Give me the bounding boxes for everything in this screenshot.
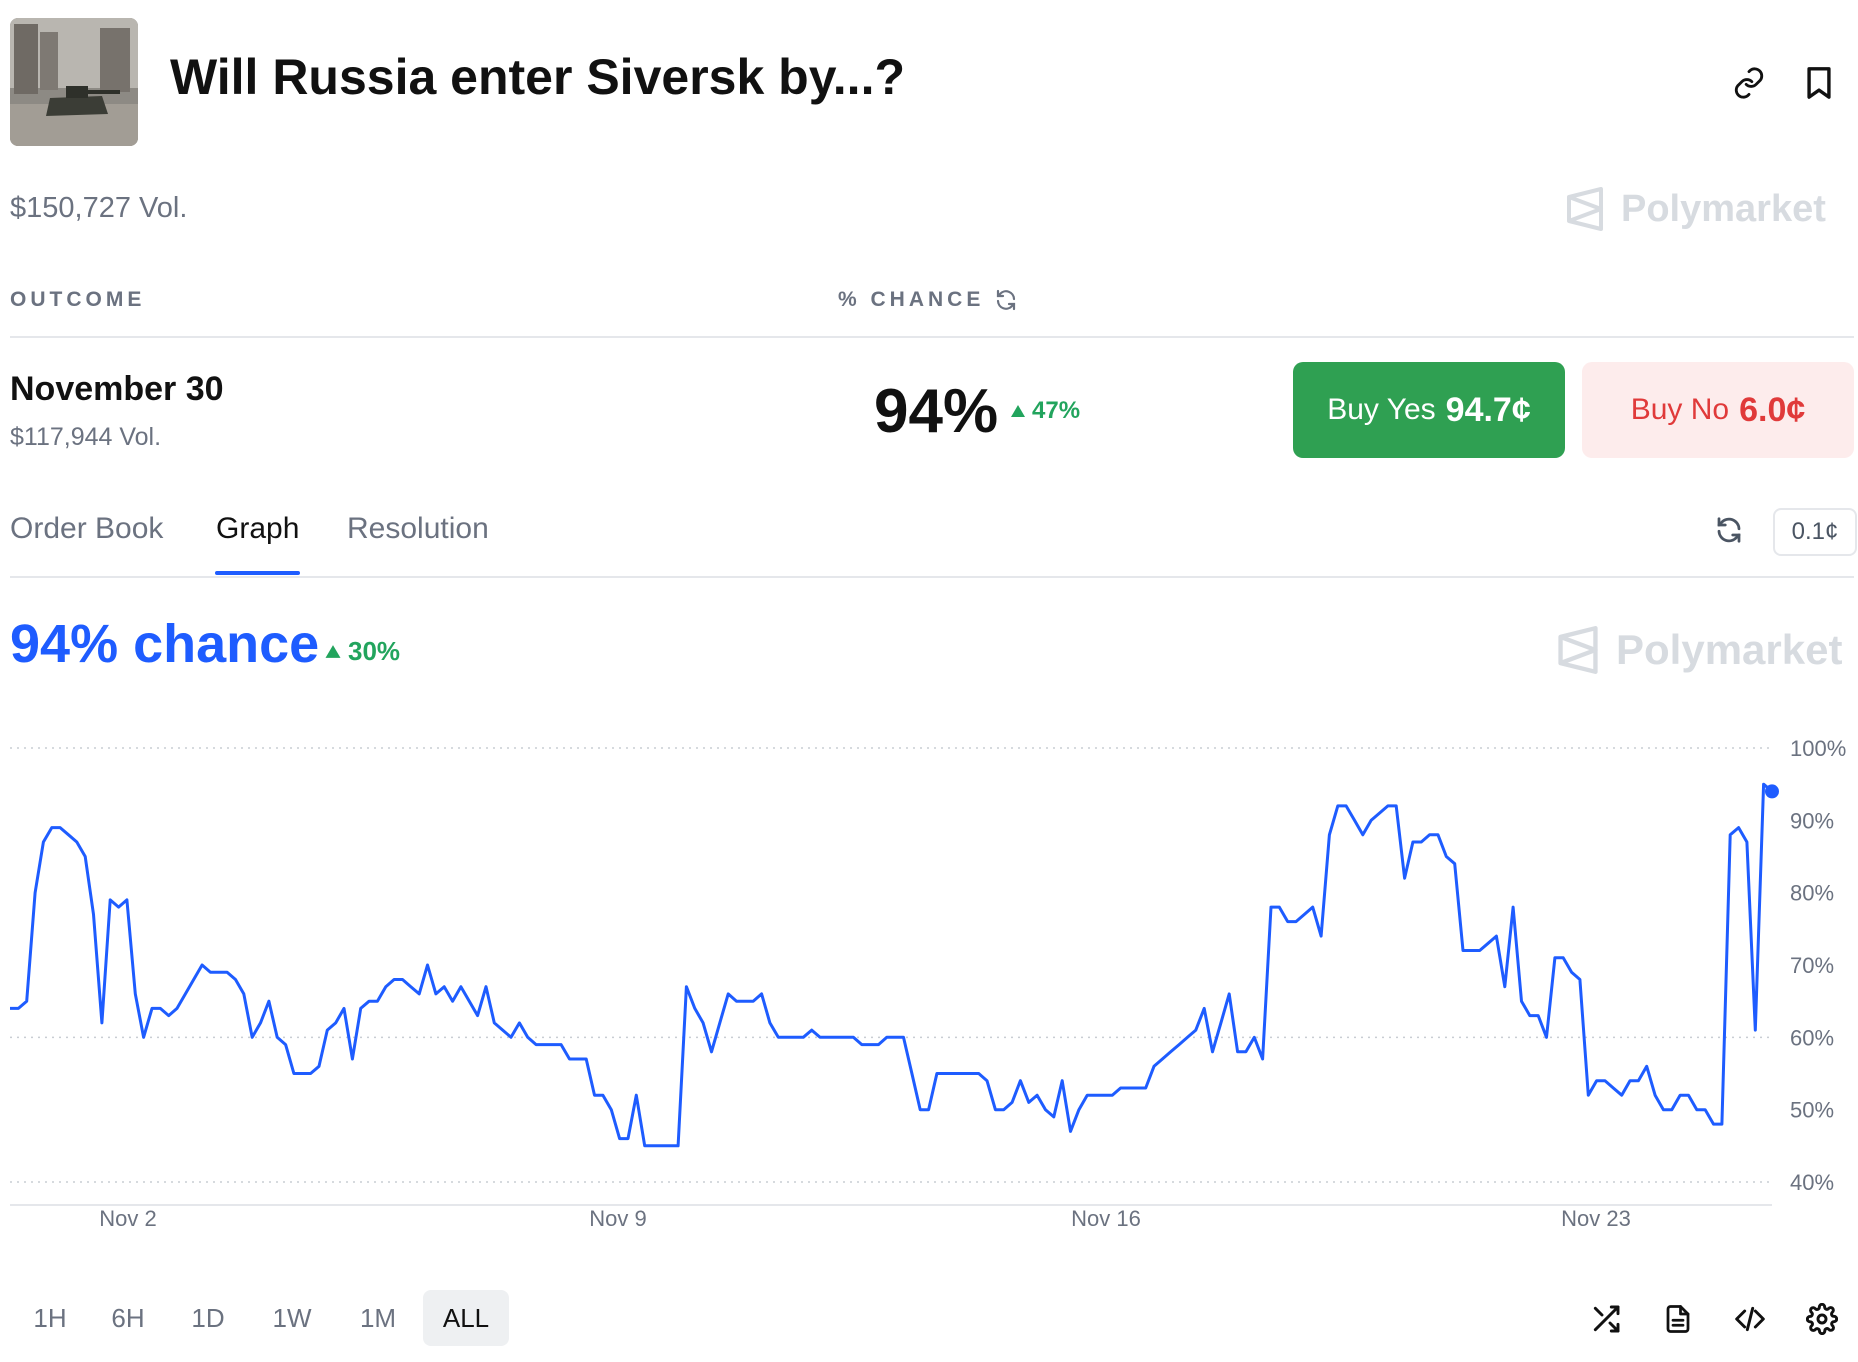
outcome-name: November 30 (10, 370, 224, 408)
tick-size-selector[interactable]: 0.1¢ (1773, 508, 1857, 556)
series-line (10, 782, 1773, 1148)
range-1h[interactable]: 1H (18, 1290, 82, 1346)
chance-column-text: % CHANCE (838, 288, 985, 311)
code-icon[interactable] (1726, 1295, 1774, 1343)
range-1m[interactable]: 1M (344, 1290, 412, 1346)
buy-yes-price: 94.7¢ (1445, 390, 1531, 429)
tab-order-book[interactable]: Order Book (10, 512, 163, 546)
outcome-delta: 47% (1010, 397, 1080, 425)
range-1d[interactable]: 1D (176, 1290, 240, 1346)
x-tick-label: Nov 16 (1071, 1206, 1141, 1231)
tab-graph[interactable]: Graph (216, 512, 299, 546)
outcome-delta-value: 47% (1032, 397, 1081, 424)
page-title: Will Russia enter Siversk by...? (170, 49, 906, 105)
range-6h[interactable]: 6H (96, 1290, 160, 1346)
bookmark-icon[interactable] (1796, 60, 1842, 106)
outcome-volume: $117,944 Vol. (10, 423, 162, 451)
brand-name: Polymarket (1621, 187, 1826, 230)
refresh-graph-icon[interactable] (1706, 507, 1752, 553)
graph-delta: 30% (324, 636, 400, 667)
polymarket-watermark: Polymarket (1556, 626, 1842, 674)
x-tick-label: Nov 2 (99, 1206, 156, 1231)
chance-column-label: % CHANCE (838, 288, 1018, 312)
y-tick-label: 90% (1790, 808, 1834, 833)
polymarket-logo: Polymarket (1565, 187, 1826, 231)
buy-yes-button[interactable]: Buy Yes 94.7¢ (1293, 362, 1565, 458)
market-thumbnail (10, 18, 138, 146)
range-1w[interactable]: 1W (258, 1290, 326, 1346)
watermark-name: Polymarket (1616, 626, 1843, 673)
y-tick-label: 60% (1790, 1025, 1834, 1050)
x-tick-label: Nov 23 (1561, 1206, 1631, 1231)
x-tick-label: Nov 9 (589, 1206, 646, 1231)
divider (10, 336, 1854, 338)
y-tick-label: 40% (1790, 1170, 1834, 1195)
tab-resolution[interactable]: Resolution (347, 512, 489, 546)
price-chart[interactable]: 100% 90% 80% 70% 60% 50% 40% Nov 2 Nov 9 Nov 16 N… (0, 720, 1858, 1250)
y-tick-label: 80% (1790, 881, 1834, 906)
document-icon[interactable] (1654, 1295, 1702, 1343)
up-triangle-icon (1011, 405, 1025, 417)
refresh-icon[interactable] (994, 288, 1018, 312)
tabs-divider (10, 576, 1854, 578)
buy-yes-label: Buy Yes (1327, 393, 1436, 426)
buy-no-label: Buy No (1630, 393, 1730, 426)
settings-icon[interactable] (1798, 1295, 1846, 1343)
buy-no-price: 6.0¢ (1739, 390, 1806, 429)
y-tick-label: 70% (1790, 953, 1834, 978)
outcome-column-label: OUTCOME (10, 288, 146, 311)
graph-chance: 94% chance (10, 614, 320, 674)
y-tick-label: 50% (1790, 1098, 1834, 1123)
y-tick-label: 100% (1790, 736, 1846, 761)
last-point-marker (1765, 784, 1779, 799)
up-triangle-icon (325, 645, 341, 658)
range-all[interactable]: ALL (423, 1290, 509, 1346)
outcome-chance: 94% (874, 377, 999, 446)
market-volume: $150,727 Vol. (10, 192, 188, 224)
buy-no-button[interactable]: Buy No 6.0¢ (1582, 362, 1854, 458)
graph-delta-value: 30% (348, 636, 401, 666)
link-icon[interactable] (1726, 60, 1772, 106)
shuffle-icon[interactable] (1582, 1295, 1630, 1343)
active-tab-indicator (215, 571, 300, 575)
